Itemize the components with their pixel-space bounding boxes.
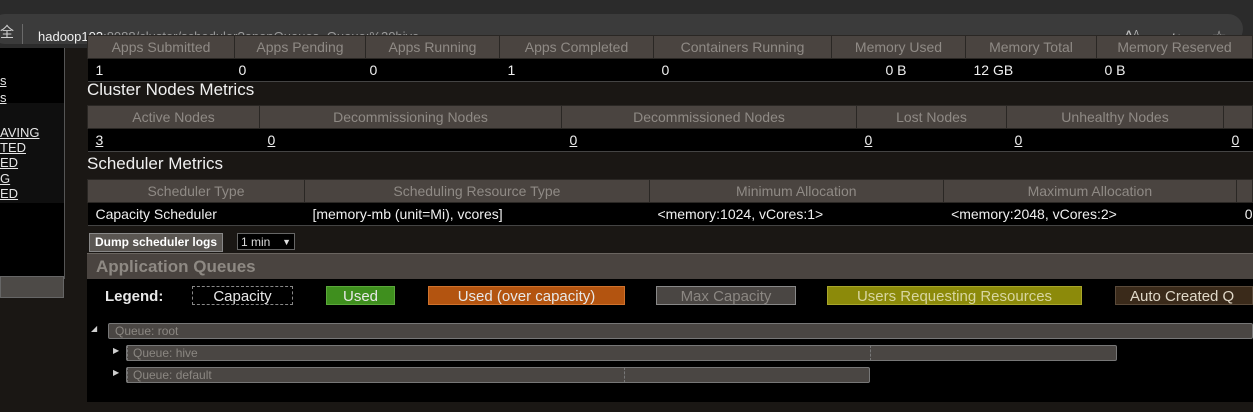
main-content: Apps Submitted Apps Pending Apps Running…: [87, 35, 1253, 412]
cluster-nodes-table: Active Nodes Decommissioning Nodes Decom…: [87, 105, 1253, 152]
nav-link-running[interactable]: G: [0, 171, 10, 186]
col-scheduling-resource-type: Scheduling Resource Type: [303, 179, 650, 203]
col-apps-running: Apps Running: [365, 35, 500, 59]
lost-nodes-link[interactable]: 0: [865, 132, 873, 148]
col-memory-total: Memory Total: [965, 35, 1097, 59]
queue-hive-capacity-outline: [127, 345, 871, 361]
queue-root-bar[interactable]: Queue: root: [108, 323, 1253, 339]
expand-triangle-icon[interactable]: ▶: [113, 346, 119, 355]
queue-hive-label: Queue: hive: [133, 346, 198, 360]
legend-label: Legend:: [105, 288, 164, 305]
col-memory-used: Memory Used: [831, 35, 966, 59]
scheduler-metrics-table: Scheduler Type Scheduling Resource Type …: [87, 179, 1253, 226]
queue-tree: ◢ Queue: root ▶ Queue: hive ▶ Queue: def…: [87, 319, 1253, 402]
legend-capacity: Capacity: [192, 286, 293, 305]
dump-duration-select[interactable]: 1 min ▼: [237, 233, 295, 250]
col-apps-completed: Apps Completed: [499, 35, 654, 59]
address-separator: [22, 24, 23, 44]
legend-max-capacity: Max Capacity: [656, 286, 796, 305]
col-active-nodes: Active Nodes: [87, 105, 260, 129]
col-maximum-allocation: Maximum Allocation: [942, 179, 1238, 203]
memory-total-value: 12 GB: [965, 58, 1097, 82]
dump-duration-value: 1 min: [241, 235, 271, 249]
window-titlebar: [0, 0, 1253, 10]
expand-triangle-icon[interactable]: ▶: [113, 368, 119, 377]
nav-link-finished[interactable]: ED: [0, 186, 18, 201]
col-apps-pending: Apps Pending: [234, 35, 366, 59]
left-navigation: s s AVING TED ED G ED: [0, 48, 65, 279]
col-scheduler-type: Scheduler Type: [87, 179, 305, 203]
scheduler-type-value: Capacity Scheduler: [87, 202, 305, 226]
containers-running-value: 0: [653, 58, 832, 82]
maximum-allocation-value: <memory:2048, vCores:2>: [943, 202, 1237, 226]
legend-used-over-capacity: Used (over capacity): [428, 286, 625, 305]
application-queues-header[interactable]: Application Queues: [87, 253, 1253, 280]
application-queues-title: Application Queues: [96, 257, 256, 276]
col-apps-submitted: Apps Submitted: [87, 35, 235, 59]
cluster-nodes-title: Cluster Nodes Metrics: [87, 80, 255, 99]
scheduler-extra-value: 0: [1236, 202, 1253, 226]
dump-scheduler-logs-button[interactable]: Dump scheduler logs: [89, 233, 224, 252]
nav-link-accepted[interactable]: TED: [0, 140, 26, 155]
unhealthy-nodes-link[interactable]: 0: [1015, 132, 1023, 148]
apps-pending-value: 0: [234, 58, 366, 82]
queue-legend: Legend: Capacity Used Used (over capacit…: [87, 279, 1253, 319]
nav-link[interactable]: s: [0, 73, 7, 88]
queue-root-label: Queue: root: [115, 324, 179, 338]
col-extra: [1223, 105, 1253, 129]
queue-hive-bar[interactable]: Queue: hive: [126, 345, 1117, 361]
extra-nodes-link[interactable]: 0: [1232, 132, 1240, 148]
col-memory-reserved: Memory Reserved: [1096, 35, 1253, 59]
minimum-allocation-value: <memory:1024, vCores:1>: [649, 202, 944, 226]
legend-used: Used: [326, 286, 395, 305]
chevron-down-icon: ▼: [282, 237, 291, 247]
memory-used-value: 0 B: [831, 58, 966, 82]
col-unhealthy-nodes: Unhealthy Nodes: [1006, 105, 1224, 129]
legend-auto-created-queue: Auto Created Q: [1115, 286, 1253, 305]
left-nav-tools-header[interactable]: [0, 276, 64, 298]
col-decommissioning-nodes: Decommissioning Nodes: [259, 105, 562, 129]
col-lost-nodes: Lost Nodes: [856, 105, 1007, 129]
queue-default-bar[interactable]: Queue: default: [126, 367, 870, 383]
apps-completed-value: 1: [499, 58, 654, 82]
nav-link[interactable]: s: [0, 90, 7, 105]
queue-default-label: Queue: default: [133, 368, 212, 382]
col-decommissioned-nodes: Decommissioned Nodes: [561, 105, 857, 129]
scheduler-metrics-title: Scheduler Metrics: [87, 154, 224, 173]
nav-link-leaving[interactable]: AVING: [0, 125, 40, 140]
collapse-triangle-icon[interactable]: ◢: [91, 324, 97, 333]
site-info-icon[interactable]: 全: [0, 22, 14, 42]
apps-running-value: 0: [365, 58, 500, 82]
resource-type-value: [memory-mb (unit=Mi), vcores]: [304, 202, 650, 226]
nav-link-submitted[interactable]: ED: [0, 155, 18, 170]
legend-users-requesting: Users Requesting Resources: [827, 286, 1082, 305]
page-content: s s AVING TED ED G ED Apps Submitted App…: [0, 35, 1253, 412]
col-containers-running: Containers Running: [653, 35, 832, 59]
col-minimum-allocation: Minimum Allocation: [648, 179, 944, 203]
cluster-metrics-table: Apps Submitted Apps Pending Apps Running…: [87, 35, 1253, 82]
memory-reserved-value: 0 B: [1096, 58, 1253, 82]
col-scheduler-extra: [1236, 179, 1253, 203]
apps-submitted-value: 1: [87, 58, 235, 82]
decommissioned-nodes-link[interactable]: 0: [570, 132, 578, 148]
active-nodes-link[interactable]: 3: [96, 132, 104, 148]
decommissioning-nodes-link[interactable]: 0: [268, 132, 276, 148]
